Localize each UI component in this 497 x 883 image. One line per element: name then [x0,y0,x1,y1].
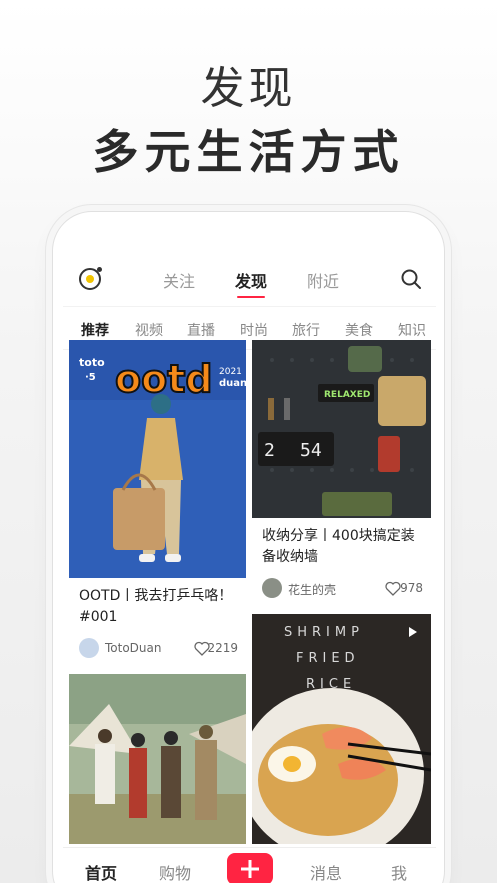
feed-card[interactable] [69,674,246,844]
app-screen: 关注 发现 附近 推荐 视频 直播 时尚 旅行 美食 知识 ootd toto … [63,222,436,883]
svg-text:54: 54 [300,440,322,461]
search-icon[interactable] [400,268,422,290]
nav-shop[interactable]: 购物 [159,860,191,883]
card-meta: 花生的壳 978 [262,578,423,600]
hero-title: 发现 [200,63,297,114]
card-image: RELAXED 2 54 [252,340,431,518]
nav-me[interactable]: 我 [391,860,407,883]
nav-messages[interactable]: 消息 [310,860,342,883]
phone-frame: 关注 发现 附近 推荐 视频 直播 时尚 旅行 美食 知识 ootd toto … [52,211,445,883]
category-food[interactable]: 美食 [345,320,373,340]
svg-text:2021: 2021 [219,367,242,377]
category-live[interactable]: 直播 [187,320,215,340]
category-recommend[interactable]: 推荐 [81,320,109,340]
nav-home[interactable]: 首页 [85,860,117,883]
svg-text:FRIED: FRIED [296,651,360,666]
heart-icon[interactable] [385,581,401,596]
svg-text:toto: toto [79,356,105,369]
sign-text: RELAXED [324,390,370,400]
feed-card[interactable]: RELAXED 2 54 收纳分享丨400块搞定装备收纳墙 花生的壳 978 [252,340,431,606]
tab-discover[interactable]: 发现 [235,268,267,298]
author-name[interactable]: 花生的壳 [288,581,336,598]
card-image [69,674,246,844]
card-image: ootd toto ·5 2021 duan [69,340,246,578]
like-count: 2219 [207,641,238,655]
bottom-nav: 首页 购物 消息 我 [63,847,436,883]
svg-text:duan: duan [219,378,246,389]
card-title: OOTD丨我去打乒乓咯！#001 [79,588,233,625]
tab-nearby[interactable]: 附近 [307,268,339,292]
category-travel[interactable]: 旅行 [292,320,320,340]
author-name[interactable]: TotoDuan [105,641,161,655]
svg-text:RICE: RICE [306,677,356,692]
like-count: 978 [400,581,423,595]
svg-text:SHRIMP: SHRIMP [284,625,364,640]
svg-text:·5: ·5 [85,372,96,383]
category-fashion[interactable]: 时尚 [240,320,268,340]
top-bar: 关注 发现 附近 [63,252,436,298]
hero-subtitle: 多元生活方式 [92,125,405,179]
avatar[interactable] [262,578,282,598]
card-title: 收纳分享丨400块搞定装备收纳墙 [262,528,415,565]
svg-text:2: 2 [264,440,275,461]
feed-card[interactable]: ootd toto ·5 2021 duan OOTD丨我去打乒乓咯！#001 … [69,340,246,666]
card-meta: TotoDuan 2219 [79,638,238,660]
card-image: SHRIMP FRIED RICE [252,614,431,844]
category-knowledge[interactable]: 知识 [398,320,426,340]
ootd-logo-text: ootd [115,357,213,401]
feed-card[interactable]: SHRIMP FRIED RICE [252,614,431,844]
avatar[interactable] [79,638,99,658]
camera-logo-icon[interactable] [79,267,102,290]
tab-follow[interactable]: 关注 [163,268,195,292]
add-post-button[interactable] [227,853,273,883]
category-video[interactable]: 视频 [135,320,163,340]
